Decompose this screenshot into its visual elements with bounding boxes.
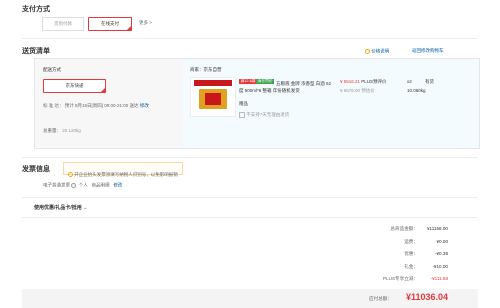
invoice-notice-row: 开企业抬头发票须填写纳税人识别号，以免影响报销: [68, 172, 178, 178]
summary-label: 总商品金额：: [390, 226, 418, 231]
weight-label: 总重量：: [43, 128, 61, 133]
delivery-section-title: 送货清单: [22, 48, 50, 55]
payment-option-cod[interactable]: 货到付款: [42, 17, 84, 31]
plus-price-label: PLUS预评价: [361, 79, 387, 84]
back-to-cart-link[interactable]: 返回修改购物车: [412, 48, 444, 54]
coupon-toggle[interactable]: 使用优惠/礼品卡/抵用 ⌄: [34, 204, 87, 211]
summary-value: -¥10.00: [432, 264, 448, 269]
summary-value: ¥0.00: [436, 239, 449, 244]
invoice-type: 电子普通发票: [43, 182, 70, 188]
invoice-detail-row: 电子普通发票 个人 商品明细 修改: [43, 183, 122, 188]
seller-name: 商家：京东自营: [190, 67, 222, 72]
delivery-method-label: 配送方式: [43, 67, 61, 72]
divider: [22, 157, 478, 158]
summary-label: 优惠：: [404, 251, 418, 256]
divider: [22, 38, 478, 39]
invoice-notice-text: 开企业抬头发票须填写纳税人识别号，以免影响报销: [74, 172, 178, 177]
payment-option-label: 货到付款: [54, 21, 72, 26]
summary-value: ¥11158.00: [426, 226, 448, 231]
product-stock: 有货: [425, 79, 434, 84]
weight-row: 总重量： 20.120kg: [43, 128, 81, 134]
weight-value: 20.120kg: [62, 128, 81, 133]
invoice-holder: 个人: [78, 182, 88, 188]
ship-time-row: 标 准 达： 预计 8月15日[周四] 09:00-21:00 送达 修改: [43, 103, 149, 109]
invoice-notice: 开企业抬头发票须填写纳税人识别号，以免影响报销: [63, 162, 183, 178]
divider: [22, 197, 478, 198]
product-image[interactable]: [190, 77, 236, 117]
selected-corner-icon: [127, 26, 131, 30]
product-image-bottles: [205, 93, 221, 105]
summary-label: 运费：: [404, 239, 418, 244]
payment-option-label: 在线支付: [101, 21, 119, 26]
payable-value: ¥11036.04: [405, 292, 448, 302]
warning-icon: [68, 172, 73, 178]
invoice-edit-link[interactable]: 修改: [113, 183, 122, 188]
price-note-label: 价格说明: [371, 48, 390, 54]
summary-label: PLUS专享立减：: [383, 276, 418, 281]
payment-option-online[interactable]: 在线支付: [88, 17, 132, 31]
invoice-content: 商品明细: [91, 182, 110, 188]
chevron-down-icon: ⌄: [83, 205, 88, 211]
divider: [22, 217, 478, 218]
coupon-title: 使用优惠/礼品卡/抵用: [34, 205, 82, 211]
delivery-method-option-label: 京东快递: [65, 83, 84, 88]
gift-label: 赠品: [239, 101, 248, 106]
summary-label: 礼金：: [404, 264, 418, 269]
invoice-section-title: 发票信息: [22, 166, 50, 173]
service-icon: [239, 112, 245, 118]
ship-time-label: 标 准 达：: [43, 103, 64, 108]
product-price-row: ¥ 5516.21 PLUS预评价: [340, 79, 387, 85]
ship-time-edit-link[interactable]: 修改: [140, 103, 149, 108]
info-icon: [365, 49, 370, 54]
product-price: ¥ 5516.21: [340, 79, 361, 84]
delivery-method-option[interactable]: 京东快递: [43, 79, 106, 93]
summary-value: -¥0.38: [434, 251, 448, 256]
summary-value: -¥111.58: [430, 276, 448, 281]
service-note: 不支持7天无理由退货: [239, 112, 289, 118]
ship-time-value: 预计 8月15日[周四] 09:00-21:00 送达: [64, 103, 139, 108]
payment-more-link[interactable]: 更多 >: [139, 20, 152, 26]
service-note-label: 不支持7天无理由退货: [246, 112, 290, 118]
payment-more-label: 更多: [139, 20, 148, 25]
selected-corner-icon: [101, 88, 105, 92]
product-sub-price: ¥ 5576.00 预估价: [340, 88, 375, 93]
product-image-banner: [194, 80, 232, 86]
product-weight: 10.060kg: [407, 88, 426, 93]
chevron-right-icon: >: [149, 20, 152, 25]
price-note-link[interactable]: 价格说明: [365, 49, 389, 54]
payment-section-title: 支付方式: [22, 6, 50, 13]
product-qty: x2: [407, 79, 412, 84]
help-icon[interactable]: [71, 183, 77, 188]
product-title[interactable]: 五粮液 金牌 浓香型 白酒 52度 500ml*6 整箱 年份随机发货: [239, 80, 333, 94]
payable-label: 应付总额：: [369, 296, 392, 301]
